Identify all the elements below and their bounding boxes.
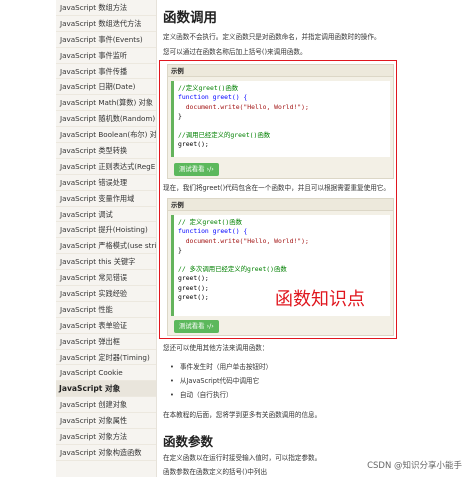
sidebar-item[interactable]: JavaScript this 关键字 (56, 254, 156, 271)
annotation-label: 函数知识点 (275, 289, 365, 310)
sidebar-item[interactable]: JavaScript 常见错误 (56, 270, 156, 287)
sidebar-item[interactable]: JavaScript 类型转换 (56, 143, 156, 159)
intro-paragraph-2: 您可以通过在函数名称后加上括号()来调用函数。 (163, 48, 307, 56)
sidebar-item[interactable]: JavaScript Cookie (56, 365, 156, 382)
sidebar-item[interactable]: JavaScript 数组方法 (56, 0, 156, 16)
sidebar-item[interactable]: JavaScript 随机数(Random) (56, 111, 156, 128)
sidebar-item[interactable]: JavaScript 定时器(Timing) (56, 350, 156, 366)
sidebar-item[interactable]: JavaScript 日期(Date) (56, 79, 156, 96)
section-title-parameters: 函数参数 (163, 434, 214, 449)
sidebar-item[interactable]: JavaScript 事件监听 (56, 48, 156, 64)
sidebar-item[interactable]: JavaScript 弹出框 (56, 334, 156, 350)
parameters-paragraph-1: 在定义函数以在运行时接受输入值时，可以指定参数。 (163, 454, 322, 462)
parameters-paragraph-2: 函数参数在函数定义的括号()中列出 (163, 468, 268, 476)
sidebar-item[interactable]: JavaScript 事件(Events) (56, 32, 156, 48)
also-paragraph: 您还可以使用其他方法来调用函数： (163, 344, 269, 352)
sidebar-item[interactable]: JavaScript 对象构造函数 (56, 445, 156, 461)
sidebar-item[interactable]: JavaScript 表单验证 (56, 318, 156, 334)
list-item: 事件发生时（用户单击按钮时） (170, 360, 272, 374)
sidebar-item[interactable]: JavaScript 提升(Hoisting) (56, 222, 156, 239)
list-item: 自动（自行执行） (170, 388, 272, 402)
sidebar-item[interactable]: JavaScript 实践经验 (56, 286, 156, 302)
page-title: 函数调用 (163, 10, 217, 26)
list-item: 从JavaScript代码中调用它 (170, 374, 272, 388)
sidebar-item[interactable]: JavaScript 创建对象 (56, 397, 156, 414)
sidebar-section-header[interactable]: JavaScript 对象 (56, 381, 156, 398)
sidebar-item[interactable]: JavaScript 事件传播 (56, 64, 156, 80)
sidebar-item[interactable]: JavaScript 数组迭代方法 (56, 16, 156, 32)
sidebar-item[interactable]: JavaScript 调试 (56, 207, 156, 223)
sidebar-item[interactable]: JavaScript 严格模式(use stri (56, 238, 156, 255)
sidebar-item[interactable]: JavaScript 对象属性 (56, 413, 156, 430)
sidebar-item[interactable]: JavaScript 变量作用域 (56, 191, 156, 207)
sidebar-item[interactable]: JavaScript 对象方法 (56, 429, 156, 445)
later-paragraph: 在本教程的后面，您将学到更多有关函数调用的信息。 (163, 411, 322, 419)
watermark: CSDN @知识分享小能手 (367, 461, 462, 471)
sidebar-item[interactable]: JavaScript 正则表达式(RegE (56, 159, 156, 175)
sidebar-item[interactable]: JavaScript 错误处理 (56, 175, 156, 191)
call-methods-list: 事件发生时（用户单击按钮时） 从JavaScript代码中调用它 自动（自行执行… (170, 360, 272, 402)
intro-paragraph-1: 定义函数不会执行。定义函数只是对函数命名，并指定调用函数时的操作。 (163, 33, 381, 41)
sidebar-item[interactable]: JavaScript Boolean(布尔) 对 (56, 127, 156, 144)
sidebar-item[interactable]: JavaScript 性能 (56, 302, 156, 318)
sidebar-nav: JavaScript 数组方法 JavaScript 数组迭代方法 JavaScri… (56, 0, 157, 477)
sidebar-item[interactable]: JavaScript Math(算数) 对象 (56, 95, 156, 112)
